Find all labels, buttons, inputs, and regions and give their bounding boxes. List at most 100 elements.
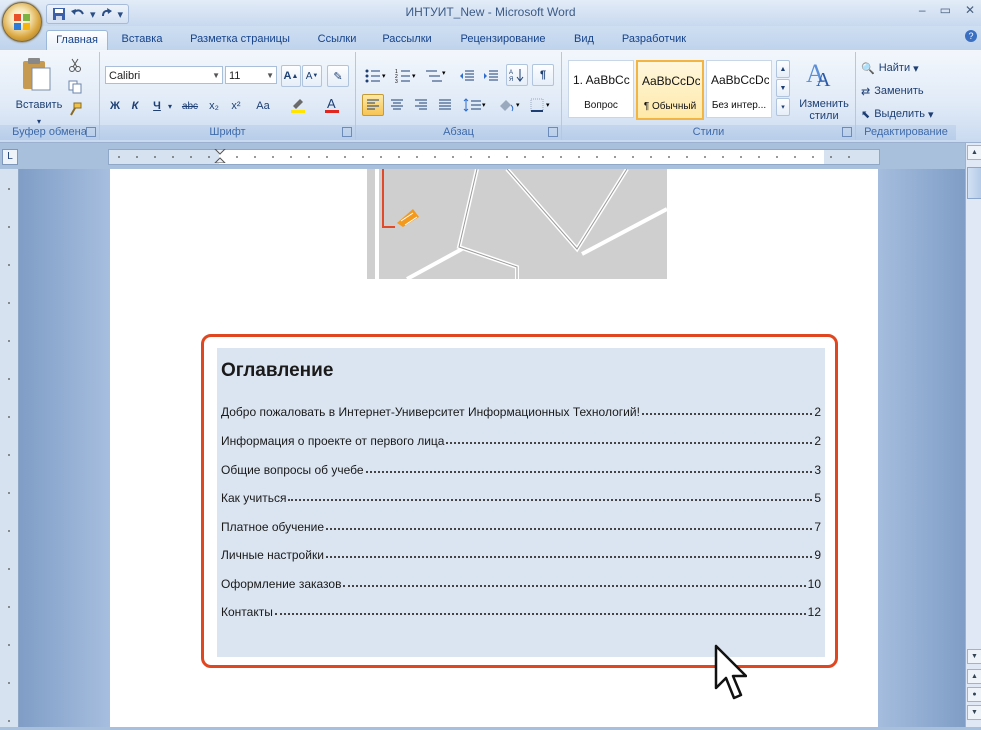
- svg-text:▾: ▾: [412, 73, 416, 80]
- indent-marker-icon[interactable]: [213, 149, 227, 163]
- font-group-label: Шрифт: [100, 125, 355, 140]
- minimize-button[interactable]: –: [919, 3, 926, 17]
- group-paragraph: ▾ 1 2 3 ▾ ▾ AЯ ¶ ▾ ▾ ▾ Абзац: [356, 52, 562, 140]
- clipboard-launcher-icon[interactable]: [86, 127, 96, 137]
- office-logo-icon: [14, 14, 30, 30]
- tab-page-layout[interactable]: Разметка страницы: [182, 30, 298, 50]
- align-left-icon[interactable]: [362, 94, 384, 116]
- font-color-icon[interactable]: A: [320, 94, 344, 116]
- shrink-font-button[interactable]: A ▼: [302, 65, 322, 87]
- office-button[interactable]: [2, 2, 42, 42]
- previous-page-icon[interactable]: ▲: [967, 669, 981, 684]
- ribbon: Вставить ▾ Буфер обмена Calibri ▼ 11 ▼ A ▲ …: [0, 50, 981, 143]
- format-painter-icon[interactable]: [68, 102, 82, 116]
- clear-formatting-icon[interactable]: ✎: [327, 65, 349, 87]
- tab-review[interactable]: Рецензирование: [451, 30, 555, 50]
- tab-references[interactable]: Ссылки: [309, 30, 365, 50]
- styles-more-icon[interactable]: ▾: [776, 98, 790, 116]
- font-name-combo[interactable]: Calibri ▼: [105, 66, 223, 84]
- undo-dropdown-icon[interactable]: ▾: [90, 8, 96, 21]
- tab-selector-icon[interactable]: L: [2, 149, 18, 165]
- ruler-bar: [0, 143, 981, 169]
- bullets-icon[interactable]: ▾: [362, 65, 390, 87]
- font-launcher-icon[interactable]: [342, 127, 352, 137]
- increase-indent-icon[interactable]: [480, 65, 502, 87]
- tab-view[interactable]: Вид: [566, 30, 602, 50]
- grow-font-button[interactable]: A ▲: [281, 65, 301, 87]
- select-browse-object-icon[interactable]: ●: [967, 687, 981, 702]
- tab-mailings[interactable]: Рассылки: [373, 30, 441, 50]
- vertical-scrollbar[interactable]: ▲ ▼ ▲ ● ▼: [965, 143, 981, 727]
- group-styles: 1. AaBbCc Вопрос AaBbCcDc ¶ Обычный AaBb…: [562, 52, 856, 140]
- change-case-button[interactable]: Aa: [250, 95, 276, 117]
- svg-text:▾: ▾: [546, 102, 550, 109]
- font-size-combo[interactable]: 11 ▼: [225, 66, 277, 84]
- save-icon[interactable]: [52, 7, 66, 21]
- qat-customize-icon[interactable]: ▾: [118, 8, 124, 21]
- maximize-button[interactable]: ▭: [940, 3, 951, 17]
- paragraph-group-label: Абзац: [356, 125, 561, 140]
- undo-icon[interactable]: [70, 7, 86, 21]
- find-button[interactable]: 🔍 Найти ▾: [860, 57, 952, 79]
- style-item-no-spacing[interactable]: AaBbCcDc Без интер...: [706, 60, 772, 118]
- redo-icon[interactable]: [100, 7, 114, 21]
- clipboard-group-label: Буфер обмена: [0, 125, 99, 140]
- superscript-button[interactable]: x²: [226, 95, 246, 117]
- styles-scroll-up-icon[interactable]: ▲: [776, 60, 790, 78]
- group-font: Calibri ▼ 11 ▼ A ▲ A ▼ ✎ Ж К Ч ▾ abc x₂ x² A…: [100, 52, 356, 140]
- help-icon[interactable]: ?: [965, 30, 977, 42]
- vertical-ruler[interactable]: [0, 169, 19, 727]
- replace-button[interactable]: ⇄ Заменить: [860, 80, 952, 102]
- numbering-icon[interactable]: 1 2 3 ▾: [392, 65, 420, 87]
- tab-insert[interactable]: Вставка: [112, 30, 172, 50]
- justify-icon[interactable]: [434, 94, 456, 116]
- cut-icon[interactable]: [68, 58, 82, 72]
- borders-icon[interactable]: ▾: [526, 94, 556, 116]
- copy-icon[interactable]: [68, 80, 82, 94]
- scroll-down-icon[interactable]: ▼: [967, 649, 981, 664]
- style-item-normal[interactable]: AaBbCcDc ¶ Обычный: [636, 60, 704, 120]
- select-icon: ⬉: [861, 108, 871, 121]
- close-button[interactable]: ✕: [965, 3, 975, 17]
- multilevel-list-icon[interactable]: ▾: [422, 65, 450, 87]
- scroll-up-icon[interactable]: ▲: [967, 145, 981, 160]
- paste-icon[interactable]: [20, 56, 54, 92]
- sort-icon[interactable]: AЯ: [506, 64, 528, 86]
- bold-button[interactable]: Ж: [106, 95, 124, 117]
- highlight-color-icon[interactable]: [286, 94, 310, 116]
- align-right-icon[interactable]: [410, 94, 432, 116]
- quick-access-toolbar: ▾ ▾: [46, 4, 130, 24]
- window-title: ИНТУИТ_New - Microsoft Word: [405, 5, 576, 19]
- group-clipboard: Вставить ▾ Буфер обмена: [0, 52, 100, 140]
- styles-group-label: Стили: [562, 125, 855, 140]
- scrollbar-thumb[interactable]: [967, 167, 981, 199]
- shading-icon[interactable]: ▾: [494, 94, 524, 116]
- italic-button[interactable]: К: [126, 95, 144, 117]
- mouse-pointer-icon: [714, 644, 747, 700]
- horizontal-ruler[interactable]: [108, 149, 880, 165]
- underline-dropdown-icon[interactable]: ▾: [164, 95, 176, 117]
- styles-launcher-icon[interactable]: [842, 127, 852, 137]
- decrease-indent-icon[interactable]: [456, 65, 478, 87]
- svg-text:▾: ▾: [482, 102, 486, 109]
- change-styles-icon[interactable]: A A: [806, 58, 836, 90]
- window-controls: – ▭ ✕: [919, 3, 975, 17]
- select-button[interactable]: ⬉ Выделить ▾: [860, 103, 952, 125]
- line-spacing-icon[interactable]: ▾: [460, 94, 490, 116]
- highlight-frame: [201, 334, 838, 668]
- tab-home[interactable]: Главная: [46, 30, 108, 51]
- strikethrough-button[interactable]: abc: [178, 95, 202, 117]
- next-page-icon[interactable]: ▼: [967, 705, 981, 720]
- tab-developer[interactable]: Разработчик: [612, 30, 696, 50]
- style-item-question[interactable]: 1. AaBbCc Вопрос: [568, 60, 634, 118]
- subscript-button[interactable]: x₂: [204, 95, 224, 117]
- svg-text:3: 3: [395, 79, 398, 83]
- title-bar: ИНТУИТ_New - Microsoft Word – ▭ ✕: [0, 0, 981, 27]
- show-formatting-icon[interactable]: ¶: [532, 64, 554, 86]
- change-styles-button[interactable]: Изменить стили: [792, 94, 856, 126]
- replace-icon: ⇄: [861, 85, 871, 98]
- map-image: [367, 169, 667, 279]
- styles-scroll-down-icon[interactable]: ▼: [776, 79, 790, 97]
- paragraph-launcher-icon[interactable]: [548, 127, 558, 137]
- align-center-icon[interactable]: [386, 94, 408, 116]
